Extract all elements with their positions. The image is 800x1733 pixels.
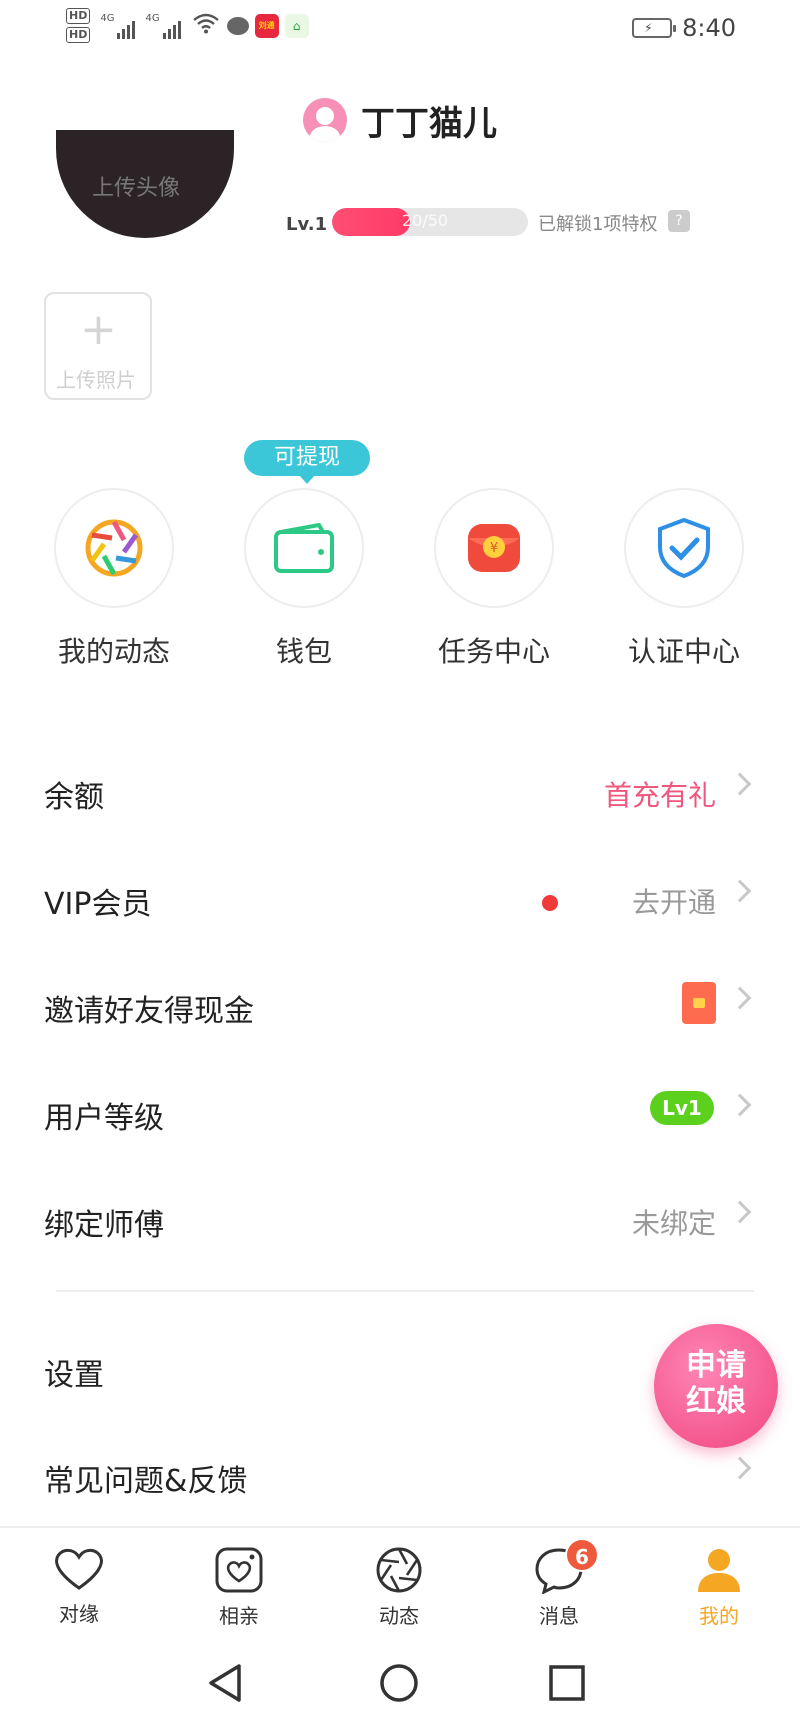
wallet-label: 钱包 [275,635,332,668]
level-progress-fill [332,208,411,236]
network-type: 4G [145,12,160,24]
menu-item-invite-friends[interactable]: 邀请好友得现金 [0,954,800,1054]
chevron-right-icon [728,1200,752,1224]
network-type: 4G [100,12,115,24]
task-center-button[interactable]: ¥ [434,488,554,608]
wechat-icon [226,16,249,35]
float-button-line1: 申请 [686,1348,746,1383]
plus-icon: + [80,304,117,355]
tab-label: 相亲 [219,1604,259,1628]
withdraw-tip: 可提现 [244,440,370,484]
heart-icon [55,1548,103,1590]
first-recharge-gift-text: 首充有礼 [603,779,716,812]
hd-icon: HD [66,8,91,24]
back-icon[interactable] [206,1662,244,1704]
tab-messages[interactable]: 6 消息 [499,1538,619,1629]
upload-photo-label: 上传照片 [56,368,136,392]
shield-check-icon [658,517,710,579]
level-progress-text: 20/50 [402,211,449,230]
verification-center-button[interactable] [624,488,744,608]
level-badge: Lv1 [650,1091,714,1125]
hd-icon: HD [66,27,91,43]
bottom-tab-bar: 对缘 相亲 动态 6 消息 我的 [0,1526,800,1636]
battery-icon: ⚡ [632,18,677,38]
wallet-button[interactable] [244,488,364,608]
red-envelope-icon [682,982,716,1024]
red-packet-icon: ¥ [468,524,520,572]
unread-badge: 6 [565,1538,599,1572]
chevron-right-icon [728,772,752,796]
wallet-icon [274,522,334,573]
aperture-icon [85,519,143,577]
tab-label: 动态 [379,1604,419,1628]
help-icon[interactable]: ? [668,210,690,232]
chevron-right-icon [728,986,752,1010]
home-icon[interactable] [378,1662,420,1704]
chevron-right-icon [728,1456,752,1480]
chevron-right-icon [728,1093,752,1117]
menu-item-bind-mentor[interactable]: 绑定师傅 未绑定 [0,1168,800,1268]
task-center-label: 任务中心 [437,635,550,668]
avatar-upload[interactable]: 上传头像 [56,130,234,238]
menu-item-faq-feedback[interactable]: 常见问题&反馈 [0,1424,800,1524]
status-left: HD HD 4G 4G 刘通 ⌂ [66,8,309,43]
tab-label: 我的 [699,1604,739,1628]
app-notification-icon: 刘通 [254,13,279,38]
recent-apps-icon[interactable] [548,1664,586,1702]
hd-indicators: HD HD [66,8,91,43]
level-progress-bar: 20/50 [332,208,528,236]
svg-text:¥: ¥ [490,541,498,556]
menu-item-vip[interactable]: VIP会员 去开通 [0,847,800,947]
chevron-right-icon [728,879,752,903]
my-moments-label: 我的动态 [57,635,170,668]
level-label: Lv.1 [286,214,328,235]
female-avatar-icon [303,98,347,142]
tab-moments[interactable]: 动态 [339,1546,459,1629]
float-button-line2: 红娘 [686,1384,746,1419]
wifi-icon [192,12,219,39]
tab-blind-date[interactable]: 相亲 [179,1546,299,1629]
status-bar: HD HD 4G 4G 刘通 ⌂ ⚡ 8:40 [0,0,800,62]
menu-label: VIP会员 [44,887,152,922]
upload-photo-button[interactable]: + 上传照片 [44,292,152,400]
nickname[interactable]: 丁丁猫儿 [361,96,497,145]
aperture-icon [376,1547,422,1593]
status-right: ⚡ 8:40 [632,14,736,42]
person-icon [698,1549,740,1592]
menu-label: 邀请好友得现金 [44,994,254,1029]
tab-mine[interactable]: 我的 [659,1546,779,1629]
home-app-icon: ⌂ [284,13,309,38]
clock: 8:40 [682,14,736,42]
tab-label: 消息 [539,1604,579,1628]
verification-center-label: 认证中心 [627,635,740,668]
apply-matchmaker-button[interactable]: 申请 红娘 [654,1324,778,1448]
camera-heart-icon [215,1547,263,1593]
tab-label: 对缘 [59,1602,99,1626]
signal-icon: 4G [145,12,181,39]
menu-item-user-level[interactable]: 用户等级 Lv1 [0,1061,800,1161]
red-dot-indicator [542,895,558,911]
privilege-unlock-text[interactable]: 已解锁1项特权 [538,210,657,236]
menu-label: 用户等级 [44,1101,164,1136]
tab-match[interactable]: 对缘 [19,1546,139,1627]
system-navigation-bar [0,1636,800,1733]
menu-label: 绑定师傅 [44,1208,164,1243]
divider [56,1290,754,1292]
menu-label: 常见问题&反馈 [44,1464,248,1499]
my-moments-button[interactable] [54,488,174,608]
avatar-upload-label: 上传头像 [92,176,181,201]
signal-icon: 4G [100,12,136,39]
menu-label: 余额 [44,780,104,815]
menu-item-balance[interactable]: 余额 首充有礼 [0,740,800,840]
activate-text: 去开通 [631,886,716,919]
unbound-text: 未绑定 [631,1207,716,1240]
menu-label: 设置 [44,1358,104,1393]
